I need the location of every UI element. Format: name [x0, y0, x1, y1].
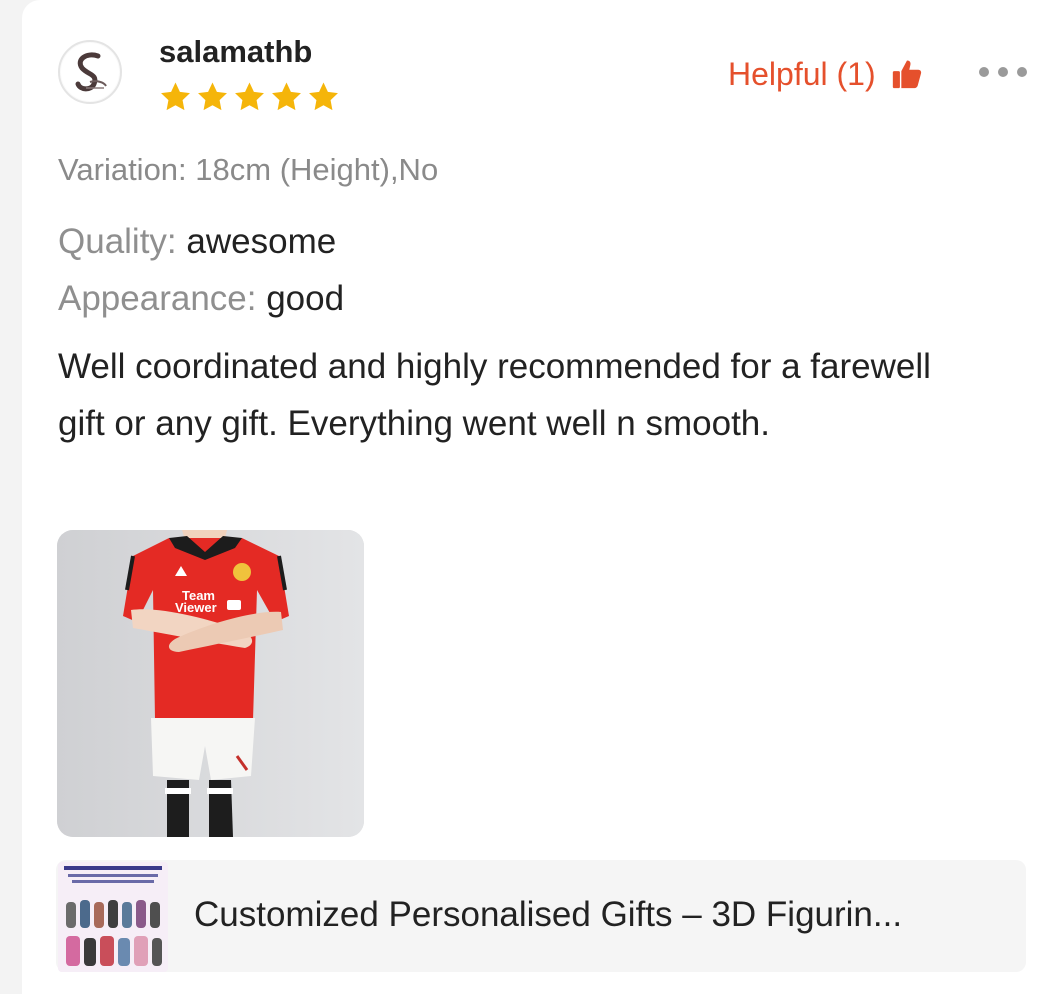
svg-text:Viewer: Viewer — [175, 600, 217, 615]
username[interactable]: salamathb — [159, 32, 312, 72]
variation-text: Variation: 18cm (Height),No — [58, 152, 439, 187]
review-text: Well coordinated and highly recommended … — [58, 347, 931, 443]
rating-stars — [158, 80, 341, 114]
attribute-appearance: Appearance: good — [58, 276, 344, 322]
helpful-label: Helpful (1) — [728, 56, 876, 92]
thumbs-up-icon — [892, 60, 921, 89]
attribute-key: Appearance: — [58, 279, 257, 318]
user-avatar[interactable] — [58, 40, 122, 104]
product-link[interactable]: Customized Personalised Gifts – 3D Figur… — [56, 860, 1026, 972]
product-image — [58, 862, 168, 972]
helpful-button[interactable]: Helpful (1) — [728, 52, 924, 96]
more-options-button[interactable] — [979, 64, 1027, 80]
review-photo[interactable]: Team Viewer — [57, 530, 364, 837]
more-dot — [979, 67, 989, 77]
star-icon — [309, 82, 338, 111]
star-icon — [235, 82, 264, 111]
star-icon — [198, 82, 227, 111]
product-thumbnail — [58, 862, 168, 972]
star-icon — [272, 82, 301, 111]
more-dot — [1017, 67, 1027, 77]
product-title: Customized Personalised Gifts – 3D Figur… — [194, 895, 903, 934]
attribute-quality: Quality: awesome — [58, 219, 336, 265]
attribute-value: awesome — [186, 222, 337, 261]
more-dot — [998, 67, 1008, 77]
avatar-logo-icon — [61, 43, 119, 101]
review-card: salamathb Helpful (1) Variation: 18cm (H… — [22, 0, 1061, 994]
attribute-value: good — [266, 279, 345, 318]
star-icon — [161, 82, 190, 111]
attribute-key: Quality: — [58, 222, 177, 261]
figurine-image: Team Viewer — [57, 530, 364, 837]
